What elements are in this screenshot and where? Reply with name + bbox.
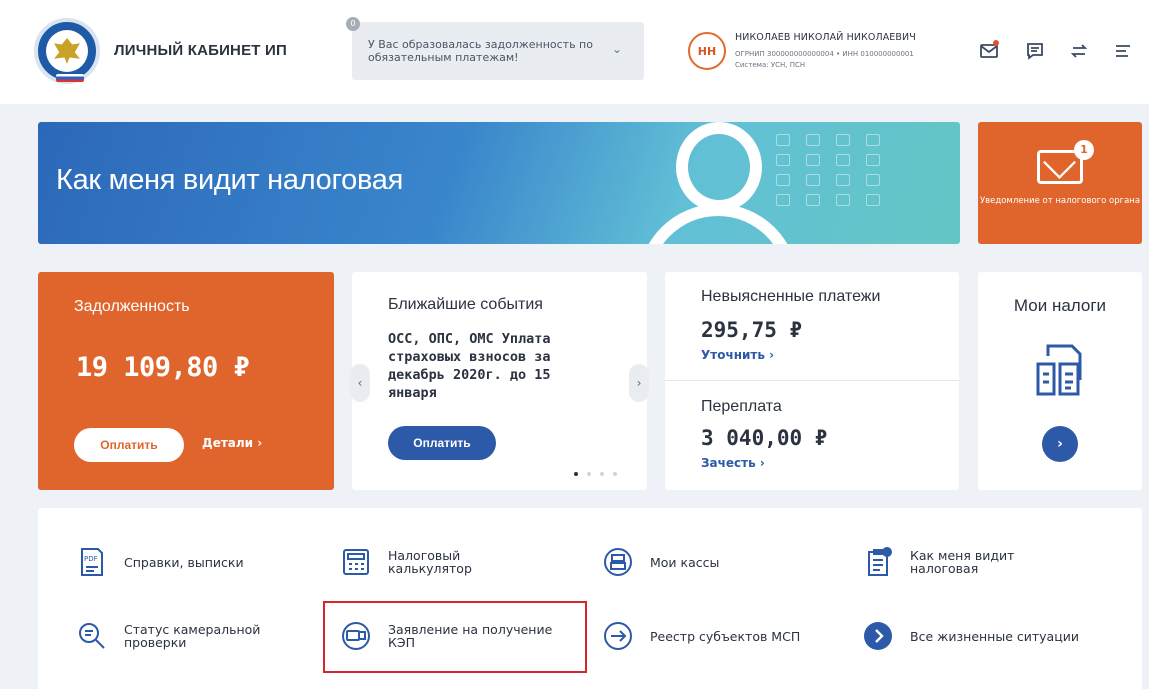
svg-text:PDF: PDF bbox=[84, 555, 98, 563]
services-panel bbox=[38, 508, 1142, 689]
service-label: Справки, выписки bbox=[124, 554, 244, 570]
flag-icon bbox=[56, 74, 84, 82]
service-label: Реестр субъектов МСП bbox=[650, 628, 801, 644]
events-card: Ближайшие события ОСС, ОПС, ОМС Уплата с… bbox=[350, 272, 649, 490]
transfer-icon[interactable] bbox=[1066, 38, 1092, 64]
chevron-down-icon[interactable]: ⌄ bbox=[612, 42, 622, 56]
mail-icon[interactable] bbox=[976, 38, 1002, 64]
alert-count-badge: 0 bbox=[346, 17, 360, 31]
user-tax-system: Система: УСН, ПСН bbox=[735, 61, 806, 69]
banner-title: Как меня видит налоговая bbox=[56, 164, 403, 196]
service-label: Все жизненные ситуации bbox=[910, 628, 1079, 644]
unread-dot bbox=[993, 40, 999, 46]
profile-banner[interactable]: Как меня видит налоговая bbox=[38, 122, 960, 244]
person-body-graphic bbox=[638, 204, 798, 244]
service-msp-registry[interactable]: Реестр субъектов МСП bbox=[602, 620, 800, 652]
notice-label: Уведомление от налогового органа bbox=[979, 196, 1141, 206]
person-head-graphic bbox=[676, 122, 762, 212]
pay-debt-button[interactable]: Оплатить bbox=[74, 428, 184, 462]
carousel-dot[interactable] bbox=[613, 472, 617, 476]
payments-card: Невыясненные платежи 295,75 ₽ Уточнить ›… bbox=[665, 272, 959, 490]
fns-logo[interactable] bbox=[34, 18, 100, 84]
alert-text: У Вас образовалась задолженность по обяз… bbox=[368, 38, 593, 64]
tax-notice-tile[interactable]: 1 Уведомление от налогового органа bbox=[978, 122, 1142, 244]
user-name: НИКОЛАЕВ НИКОЛАЙ НИКОЛАЕВИЧ bbox=[735, 32, 916, 43]
cash-register-icon bbox=[602, 546, 634, 578]
highlight-frame bbox=[323, 601, 587, 673]
pdf-icon: PDF bbox=[76, 546, 108, 578]
my-taxes-title: Мои налоги bbox=[1013, 296, 1107, 315]
service-label: Как меня видит налоговая bbox=[910, 548, 1015, 576]
my-taxes-next-button[interactable]: › bbox=[1042, 426, 1078, 462]
chat-icon[interactable] bbox=[1022, 38, 1048, 64]
clipboard-check-icon bbox=[862, 546, 894, 578]
offset-link[interactable]: Зачесть › bbox=[701, 456, 765, 470]
service-certificates[interactable]: PDF Справки, выписки bbox=[76, 546, 244, 578]
chevron-right-icon bbox=[862, 620, 894, 652]
service-label: Мои кассы bbox=[650, 554, 720, 570]
tax-documents-icon bbox=[1036, 344, 1082, 396]
page: ЛИЧНЫЙ КАБИНЕТ ИП 0 У Вас образовалась з… bbox=[0, 0, 1149, 689]
magnifier-icon bbox=[76, 620, 108, 652]
unclear-payments-amount: 295,75 ₽ bbox=[701, 318, 803, 342]
service-label: Налоговый калькулятор bbox=[388, 548, 472, 576]
debt-card: Задолженность 19 109,80 ₽ Оплатить Детал… bbox=[38, 272, 334, 490]
carousel-dot[interactable] bbox=[574, 472, 578, 476]
menu-icon[interactable] bbox=[1110, 38, 1136, 64]
carousel-dot[interactable] bbox=[587, 472, 591, 476]
checklist-graphic bbox=[776, 134, 880, 206]
service-label: Статус камеральной проверки bbox=[124, 622, 261, 650]
event-description: ОСС, ОПС, ОМС Уплата страховых взносов з… bbox=[388, 331, 551, 401]
events-title: Ближайшие события bbox=[388, 296, 543, 313]
debt-amount: 19 109,80 ₽ bbox=[76, 352, 250, 383]
my-taxes-card[interactable]: Мои налоги › bbox=[978, 272, 1142, 490]
unclear-payments-title: Невыясненные платежи bbox=[701, 288, 881, 305]
user-ids: ОГРНИП 300000000000004 • ИНН 01000000000… bbox=[735, 50, 914, 58]
divider bbox=[665, 380, 959, 381]
service-audit-status[interactable]: Статус камеральной проверки bbox=[76, 620, 260, 652]
overpayment-amount: 3 040,00 ₽ bbox=[701, 426, 828, 450]
carousel-next-button[interactable]: › bbox=[629, 364, 649, 402]
overpayment-title: Переплата bbox=[701, 398, 782, 415]
notice-count-badge: 1 bbox=[1074, 140, 1094, 160]
header: ЛИЧНЫЙ КАБИНЕТ ИП 0 У Вас образовалась з… bbox=[0, 0, 1149, 104]
service-tax-calculator[interactable]: Налоговый калькулятор bbox=[340, 546, 472, 578]
debt-title: Задолженность bbox=[74, 298, 190, 315]
calculator-icon bbox=[340, 546, 372, 578]
service-profile-view[interactable]: Как меня видит налоговая bbox=[862, 546, 1014, 578]
carousel-dot[interactable] bbox=[600, 472, 604, 476]
eagle-emblem-icon bbox=[54, 38, 80, 64]
carousel-prev-button[interactable]: ‹ bbox=[350, 364, 370, 402]
pay-event-button[interactable]: Оплатить bbox=[388, 426, 496, 460]
avatar[interactable]: НН bbox=[688, 32, 726, 70]
carousel-dots[interactable] bbox=[574, 472, 617, 476]
registry-arrow-icon bbox=[602, 620, 634, 652]
cabinet-title: ЛИЧНЫЙ КАБИНЕТ ИП bbox=[114, 42, 287, 59]
debt-details-link[interactable]: Детали › bbox=[202, 436, 262, 450]
service-life-situations[interactable]: Все жизненные ситуации bbox=[862, 620, 1079, 652]
service-cash-registers[interactable]: Мои кассы bbox=[602, 546, 719, 578]
clarify-link[interactable]: Уточнить › bbox=[701, 348, 774, 362]
